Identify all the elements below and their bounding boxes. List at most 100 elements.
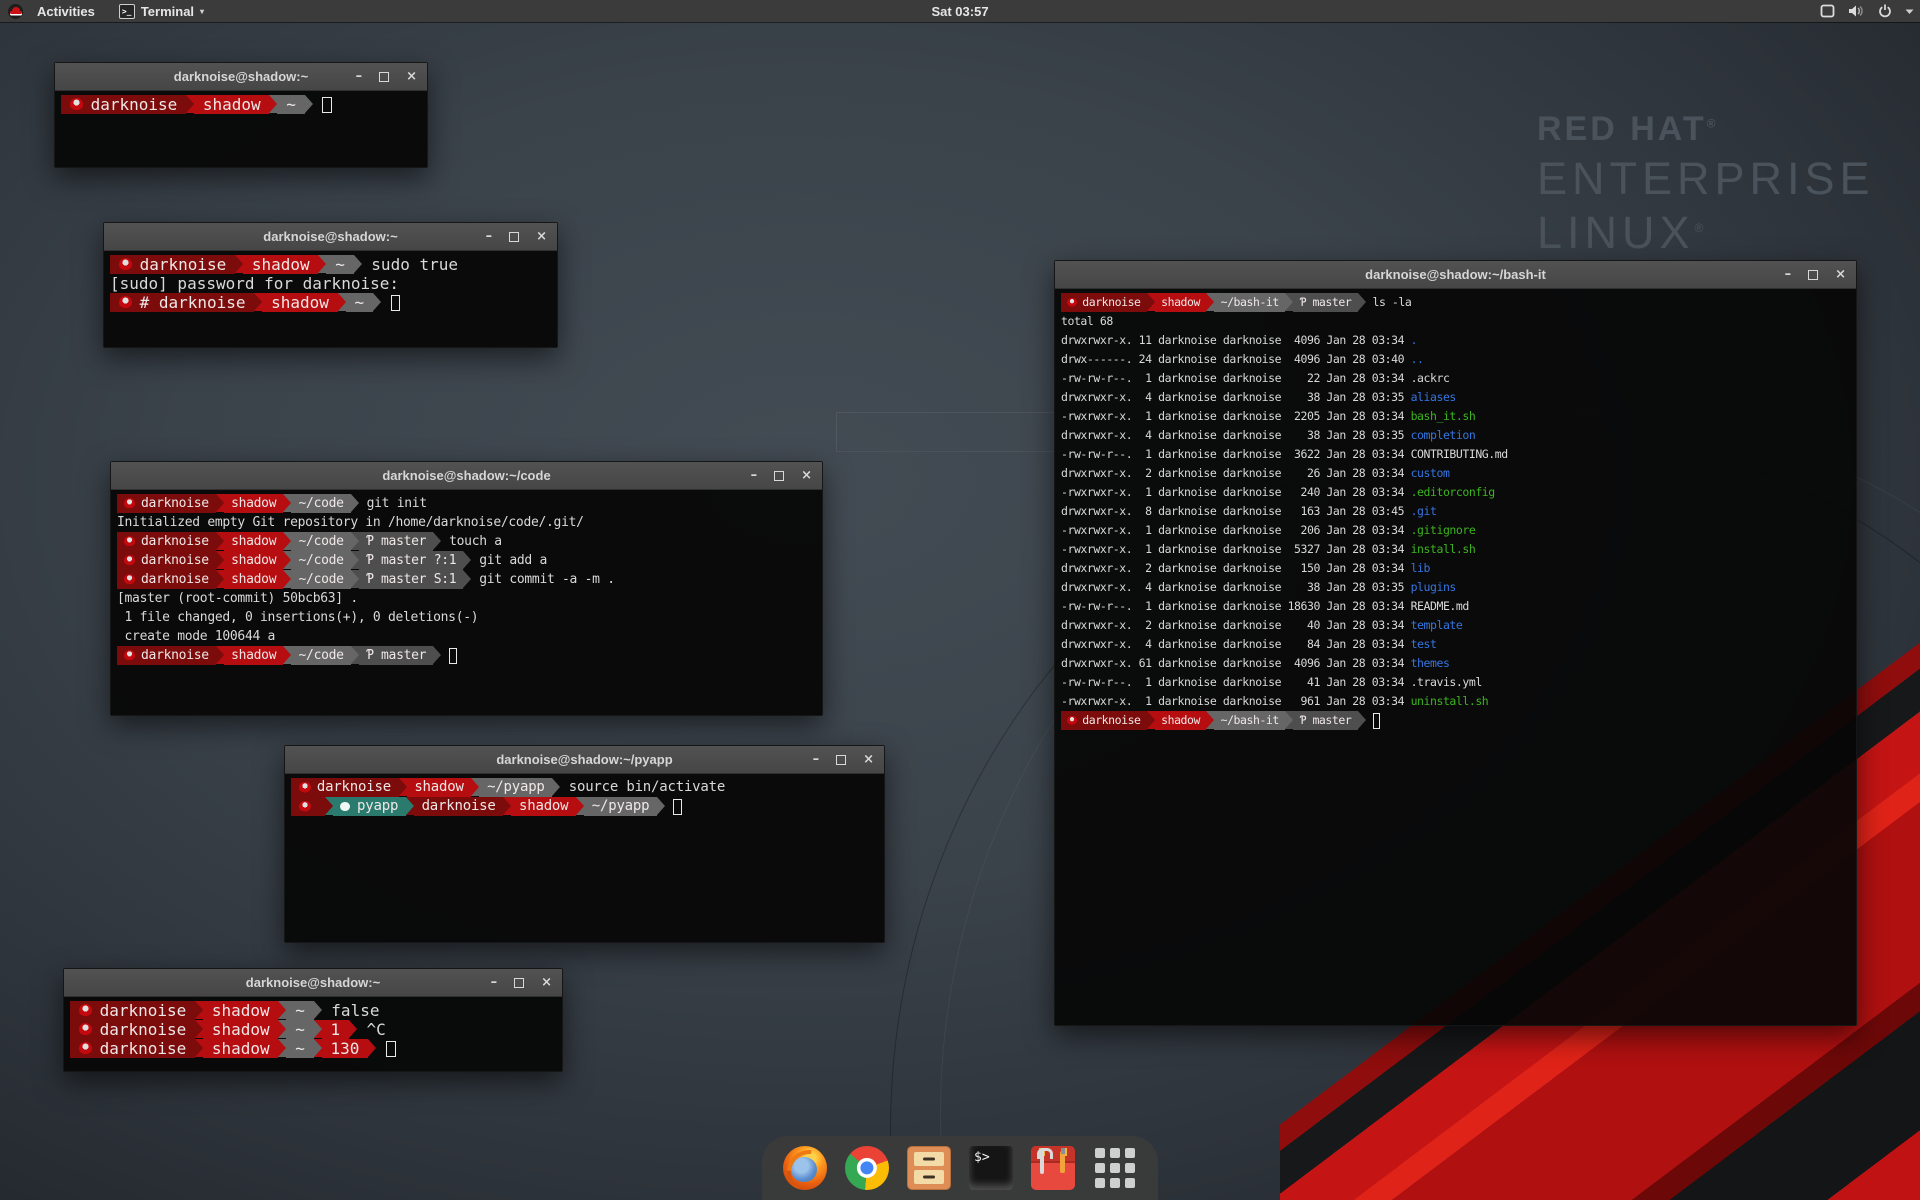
activities-button[interactable]: Activities (37, 4, 95, 19)
close-button[interactable]: × (536, 230, 547, 243)
command-text: sudo true (362, 255, 458, 274)
app-menu-terminal[interactable]: >_ Terminal ▾ (119, 4, 204, 19)
prompt-segment: shadow (194, 95, 269, 114)
powerline-arrow-icon (305, 95, 313, 113)
prompt-segment: shadow (203, 1001, 278, 1020)
prompt-segment: ~ (346, 293, 373, 312)
maximize-button[interactable] (1808, 270, 1818, 280)
prompt-line: darknoiseshadow~/codeƤ master S:1git com… (117, 570, 816, 589)
terminal-cursor (1373, 713, 1380, 729)
file-name: test (1411, 637, 1437, 651)
redhat-prompt-icon (299, 801, 311, 813)
maximize-button[interactable] (774, 471, 784, 481)
powerline-arrow-icon (314, 1020, 322, 1038)
file-name: . (1411, 333, 1417, 347)
powerline-arrow-icon (351, 570, 359, 588)
powerline-arrow-icon (325, 797, 333, 815)
terminal-content[interactable]: darknoiseshadow~falsedarknoiseshadow~1^C… (64, 997, 562, 1071)
minimize-button[interactable]: – (751, 469, 758, 482)
terminal-content[interactable]: darknoiseshadow~/pyappsource bin/activat… (285, 774, 884, 942)
prompt-line: darknoiseshadow~/codeƤ mastertouch a (117, 532, 816, 551)
prompt-segment: darknoise (291, 778, 399, 797)
file-name: completion (1411, 428, 1476, 442)
file-name: template (1411, 618, 1463, 632)
file-list-row: drwxrwxr-x. 8 darknoise darknoise 163 Ja… (1061, 502, 1850, 521)
close-button[interactable]: × (801, 469, 812, 482)
display-icon[interactable] (1820, 4, 1835, 18)
powerline-arrow-icon (278, 1001, 286, 1019)
minimize-button[interactable]: – (486, 230, 493, 243)
prompt-segment: darknoise (117, 494, 216, 513)
prompt-line: darknoiseshadow~130 (70, 1039, 556, 1058)
prompt-segment: shadow (203, 1039, 278, 1058)
terminal-content[interactable]: darknoiseshadow~ (55, 91, 427, 167)
chrome-icon[interactable] (845, 1146, 889, 1190)
caret-down-icon[interactable] (1905, 8, 1914, 15)
terminal-content[interactable]: darknoiseshadow~sudo true[sudo] password… (104, 251, 557, 347)
redhat-prompt-icon (79, 1023, 93, 1037)
maximize-button[interactable] (379, 72, 389, 82)
powerline-arrow-icon (552, 778, 560, 796)
file-manager-icon[interactable] (907, 1146, 951, 1190)
file-name: CONTRIBUTING.md (1411, 447, 1508, 461)
powerline-arrow-icon (216, 494, 224, 512)
minimize-button[interactable]: – (1785, 268, 1792, 281)
prompt-segment: Ƥ master (359, 646, 434, 665)
minimize-button[interactable]: – (491, 976, 498, 989)
minimize-button[interactable]: – (356, 70, 363, 83)
prompt-segment: shadow (224, 494, 283, 513)
prompt-line: darknoiseshadow~/bash-itƤ masterls -la (1061, 293, 1850, 312)
prompt-segment: darknoise (61, 95, 186, 114)
terminal-icon[interactable]: $> (969, 1146, 1013, 1190)
terminal-content[interactable]: darknoiseshadow~/codegit initInitialized… (111, 490, 822, 715)
maximize-button[interactable] (514, 978, 524, 988)
window-titlebar[interactable]: darknoise@shadow:~–× (104, 223, 557, 251)
clock[interactable]: Sat 03:57 (931, 4, 988, 19)
prompt-segment: ~ (326, 255, 353, 274)
minimize-button[interactable]: – (813, 753, 820, 766)
window-buttons: –× (1785, 268, 1846, 281)
command-text: source bin/activate (560, 778, 725, 797)
powerline-arrow-icon (349, 1020, 357, 1038)
powerline-arrow-icon (195, 1020, 203, 1038)
toolbox-icon[interactable] (1031, 1146, 1075, 1190)
firefox-icon[interactable] (783, 1146, 827, 1190)
power-icon[interactable] (1878, 4, 1892, 18)
terminal-content[interactable]: darknoiseshadow~/bash-itƤ masterls -lato… (1055, 289, 1856, 1025)
volume-icon[interactable] (1848, 4, 1865, 18)
prompt-segment: shadow (224, 570, 283, 589)
prompt-line: pyappdarknoiseshadow~/pyapp (291, 797, 878, 816)
powerline-arrow-icon (463, 551, 471, 569)
prompt-segment: darknoise (117, 551, 216, 570)
prompt-segment: ~/code (291, 494, 350, 513)
command-text: git commit -a -m . (471, 570, 614, 589)
terminal-cursor (673, 799, 682, 815)
redhat-prompt-icon (299, 782, 311, 794)
prompt-segment: shadow (224, 551, 283, 570)
prompt-segment: ~/pyapp (584, 797, 657, 816)
window-titlebar[interactable]: darknoise@shadow:~/pyapp–× (285, 746, 884, 774)
window-titlebar[interactable]: darknoise@shadow:~–× (64, 969, 562, 997)
terminal-window: darknoise@shadow:~–×darknoiseshadow~sudo… (103, 222, 558, 348)
window-title: darknoise@shadow:~/bash-it (1055, 267, 1856, 282)
window-titlebar[interactable]: darknoise@shadow:~/bash-it–× (1055, 261, 1856, 289)
powerline-arrow-icon (283, 532, 291, 550)
output-line: [sudo] password for darknoise: (110, 274, 551, 293)
app-grid-icon[interactable] (1093, 1146, 1137, 1190)
output-line: [master (root-commit) 50bcb63] . (117, 589, 816, 608)
maximize-button[interactable] (509, 232, 519, 242)
window-titlebar[interactable]: darknoise@shadow:~/code–× (111, 462, 822, 490)
close-button[interactable]: × (406, 70, 417, 83)
maximize-button[interactable] (836, 755, 846, 765)
close-button[interactable]: × (541, 976, 552, 989)
dock: $> (762, 1136, 1158, 1200)
prompt-segment: ~ (286, 1001, 313, 1020)
powerline-arrow-icon (471, 778, 479, 796)
close-button[interactable]: × (1835, 268, 1846, 281)
window-titlebar[interactable]: darknoise@shadow:~–× (55, 63, 427, 91)
powerline-arrow-icon (406, 797, 414, 815)
powerline-arrow-icon (354, 255, 362, 273)
file-list-row: drwxrwxr-x. 4 darknoise darknoise 38 Jan… (1061, 388, 1850, 407)
close-button[interactable]: × (863, 753, 874, 766)
powerline-arrow-icon (576, 797, 584, 815)
